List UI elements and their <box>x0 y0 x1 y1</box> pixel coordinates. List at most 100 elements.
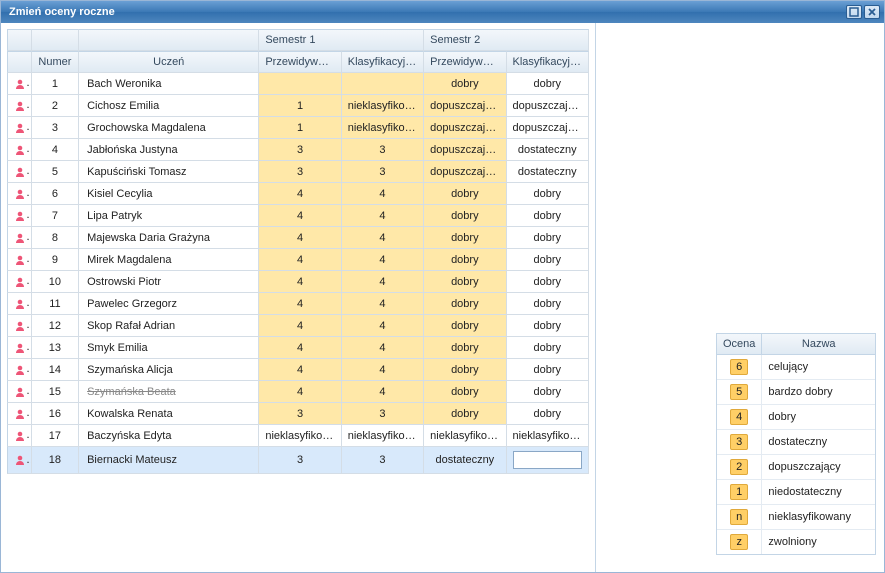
grade-cell-s1k[interactable]: 4 <box>342 249 424 271</box>
grade-cell-s1k[interactable]: 3 <box>342 139 424 161</box>
grade-cell-s2k[interactable]: dobry <box>507 403 589 425</box>
grade-cell-s2k[interactable]: dopuszczający <box>507 95 589 117</box>
legend-row[interactable]: 3dostateczny <box>717 430 875 455</box>
grade-cell-s2k[interactable]: dobry <box>507 183 589 205</box>
grade-cell-s2k[interactable]: dopuszczający <box>507 117 589 139</box>
table-row[interactable]: 1Bach Weronikadobrydobry <box>7 73 589 95</box>
table-row[interactable]: 15Szymańska Beata44dobrydobry <box>7 381 589 403</box>
grade-cell-s1p[interactable]: 1 <box>259 117 341 139</box>
grade-cell-s2p[interactable]: dopuszczający <box>424 117 506 139</box>
grade-cell-s1p[interactable]: 4 <box>259 337 341 359</box>
grade-cell-s2p[interactable]: dobry <box>424 315 506 337</box>
header-number[interactable]: Numer <box>32 51 79 73</box>
table-row[interactable]: 13Smyk Emilia44dobrydobry <box>7 337 589 359</box>
grade-cell-s2p[interactable]: dobry <box>424 205 506 227</box>
table-row[interactable]: 3Grochowska Magdalena1nieklasyfikow...do… <box>7 117 589 139</box>
grade-cell-s2k[interactable]: dobry <box>507 227 589 249</box>
grade-cell-s1p[interactable]: 3 <box>259 447 341 474</box>
grade-cell-s2k[interactable]: dobry <box>507 249 589 271</box>
grade-cell-s2p[interactable]: dobry <box>424 73 506 95</box>
close-button[interactable] <box>864 5 880 19</box>
grade-cell-s1k[interactable]: 4 <box>342 227 424 249</box>
grade-cell-s1p[interactable]: 4 <box>259 315 341 337</box>
grade-cell-s1k[interactable]: 4 <box>342 293 424 315</box>
grade-cell-s2p[interactable]: dobry <box>424 227 506 249</box>
table-row[interactable]: 4Jabłońska Justyna33dopuszczającydostate… <box>7 139 589 161</box>
grade-cell-s2k[interactable]: dobry <box>507 359 589 381</box>
table-row[interactable]: 5Kapuściński Tomasz33dopuszczającydostat… <box>7 161 589 183</box>
table-row[interactable]: 6Kisiel Cecylia44dobrydobry <box>7 183 589 205</box>
grade-cell-s2p[interactable]: dopuszczający <box>424 161 506 183</box>
header-s2-classification[interactable]: Klasyfikacyjna <box>507 51 589 73</box>
grade-cell-s1p[interactable]: 4 <box>259 271 341 293</box>
grade-cell-s1k[interactable]: 4 <box>342 315 424 337</box>
grade-cell-s1k[interactable]: nieklasyfikow... <box>342 425 424 447</box>
grade-cell-s1k[interactable]: 4 <box>342 337 424 359</box>
grade-cell-s1k[interactable]: 4 <box>342 205 424 227</box>
titlebar[interactable]: Zmień oceny roczne <box>1 1 884 23</box>
grade-cell-s2k[interactable]: dostateczny <box>507 161 589 183</box>
header-s1-classification[interactable]: Klasyfikacyjna <box>342 51 424 73</box>
grade-cell-s2k[interactable]: dostateczny <box>507 139 589 161</box>
grade-cell-s2p[interactable]: dobry <box>424 381 506 403</box>
grade-cell-s1p[interactable]: 4 <box>259 183 341 205</box>
header-sem2[interactable]: Semestr 2 <box>424 29 589 51</box>
grade-edit-input[interactable] <box>513 451 582 469</box>
grade-cell-s1k[interactable]: 4 <box>342 271 424 293</box>
table-row[interactable]: 9Mirek Magdalena44dobrydobry <box>7 249 589 271</box>
grade-cell-s2k[interactable] <box>507 447 589 474</box>
grade-cell-s2p[interactable]: dobry <box>424 271 506 293</box>
table-row[interactable]: 10Ostrowski Piotr44dobrydobry <box>7 271 589 293</box>
table-row[interactable]: 16Kowalska Renata33dobrydobry <box>7 403 589 425</box>
grade-cell-s2p[interactable]: dostateczny <box>424 447 506 474</box>
grade-cell-s2k[interactable]: dobry <box>507 315 589 337</box>
header-student[interactable]: Uczeń <box>79 51 259 73</box>
grade-cell-s1k[interactable]: 3 <box>342 161 424 183</box>
grade-cell-s2p[interactable]: dopuszczający <box>424 95 506 117</box>
grade-cell-s1p[interactable]: nieklasyfikow... <box>259 425 341 447</box>
grade-cell-s1p[interactable]: 1 <box>259 95 341 117</box>
grade-cell-s1p[interactable]: 3 <box>259 139 341 161</box>
grade-cell-s2p[interactable]: dobry <box>424 337 506 359</box>
grade-cell-s1p[interactable]: 4 <box>259 227 341 249</box>
table-row[interactable]: 14Szymańska Alicja44dobrydobry <box>7 359 589 381</box>
grade-cell-s2k[interactable]: dobry <box>507 293 589 315</box>
grade-cell-s2p[interactable]: dopuszczający <box>424 139 506 161</box>
grade-cell-s1k[interactable]: 3 <box>342 403 424 425</box>
grade-cell-s2k[interactable]: nieklasyfikow... <box>507 425 589 447</box>
legend-row[interactable]: 4dobry <box>717 405 875 430</box>
grade-cell-s1p[interactable]: 4 <box>259 381 341 403</box>
table-row[interactable]: 17Baczyńska Edytanieklasyfikow...nieklas… <box>7 425 589 447</box>
grade-cell-s1p[interactable]: 4 <box>259 293 341 315</box>
grade-cell-s1k[interactable]: 4 <box>342 359 424 381</box>
grade-cell-s2k[interactable]: dobry <box>507 271 589 293</box>
grade-cell-s1p[interactable] <box>259 73 341 95</box>
grade-cell-s1k[interactable]: 4 <box>342 381 424 403</box>
legend-row[interactable]: 6celujący <box>717 355 875 380</box>
grade-cell-s1p[interactable]: 4 <box>259 249 341 271</box>
grade-cell-s1p[interactable]: 4 <box>259 205 341 227</box>
table-row[interactable]: 2Cichosz Emilia1nieklasyfikow...dopuszcz… <box>7 95 589 117</box>
table-row[interactable]: 8Majewska Daria Grażyna44dobrydobry <box>7 227 589 249</box>
grade-cell-s1k[interactable]: nieklasyfikow... <box>342 95 424 117</box>
legend-row[interactable]: nnieklasyfikowany <box>717 505 875 530</box>
header-s2-predicted[interactable]: Przewidywana <box>424 51 506 73</box>
table-row[interactable]: 7Lipa Patryk44dobrydobry <box>7 205 589 227</box>
grade-cell-s2p[interactable]: dobry <box>424 249 506 271</box>
table-row[interactable]: 11Pawelec Grzegorz44dobrydobry <box>7 293 589 315</box>
header-s1-predicted[interactable]: Przewidywana <box>259 51 341 73</box>
grade-cell-s2k[interactable]: dobry <box>507 381 589 403</box>
grade-cell-s2p[interactable]: dobry <box>424 293 506 315</box>
legend-row[interactable]: 2dopuszczający <box>717 455 875 480</box>
grade-cell-s1p[interactable]: 4 <box>259 359 341 381</box>
grade-cell-s1p[interactable]: 3 <box>259 161 341 183</box>
grade-cell-s2p[interactable]: dobry <box>424 359 506 381</box>
legend-row[interactable]: 5bardzo dobry <box>717 380 875 405</box>
grade-cell-s2p[interactable]: dobry <box>424 403 506 425</box>
grades-table[interactable]: Semestr 1 Semestr 2 Numer Uczeń Przewidy… <box>7 29 589 474</box>
grade-cell-s1k[interactable] <box>342 73 424 95</box>
legend-row[interactable]: 1niedostateczny <box>717 480 875 505</box>
grade-cell-s1k[interactable]: nieklasyfikow... <box>342 117 424 139</box>
grade-cell-s1p[interactable]: 3 <box>259 403 341 425</box>
grade-cell-s2k[interactable]: dobry <box>507 337 589 359</box>
